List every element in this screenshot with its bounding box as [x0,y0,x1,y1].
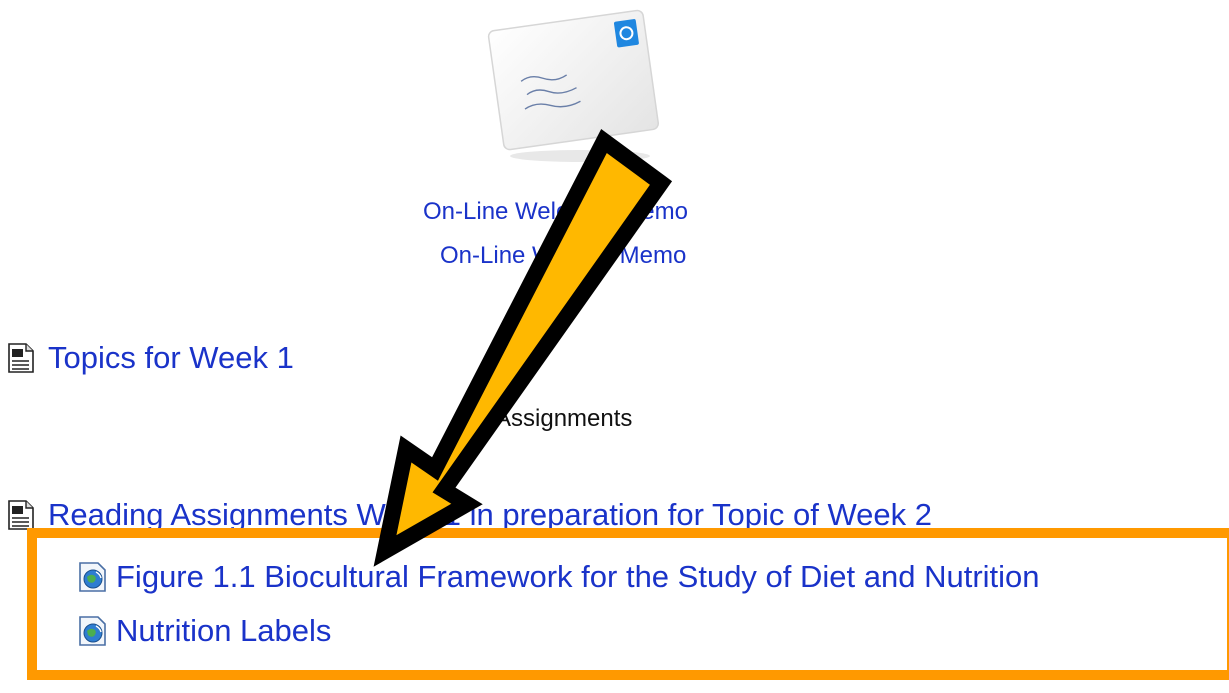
document-icon [8,343,34,373]
highlight-box [27,528,1229,680]
figure-resource[interactable]: Figure 1.1 Biocultural Framework for the… [78,559,1040,595]
topics-week1-link[interactable]: Topics for Week 1 [48,340,294,376]
topics-resource[interactable]: Topics for Week 1 [8,340,294,376]
welcome-memo-link[interactable]: On-Line Welcome Memo [423,198,688,226]
nutrition-resource[interactable]: Nutrition Labels [78,613,331,649]
week1-memo-link[interactable]: On-Line Week 1 Memo [440,242,686,270]
web-link-icon [79,616,106,646]
envelope-image [482,4,666,164]
figure-1-1-link[interactable]: Figure 1.1 Biocultural Framework for the… [116,559,1040,595]
assignments-label: Assignments [495,405,633,432]
reading-assignments-link[interactable]: Reading Assignments Week 1 in preparatio… [48,497,932,533]
document-icon [8,500,34,530]
nutrition-labels-link[interactable]: Nutrition Labels [116,613,331,649]
reading-resource[interactable]: Reading Assignments Week 1 in preparatio… [8,497,932,533]
web-link-icon [79,562,106,592]
envelope-icon [487,9,660,162]
